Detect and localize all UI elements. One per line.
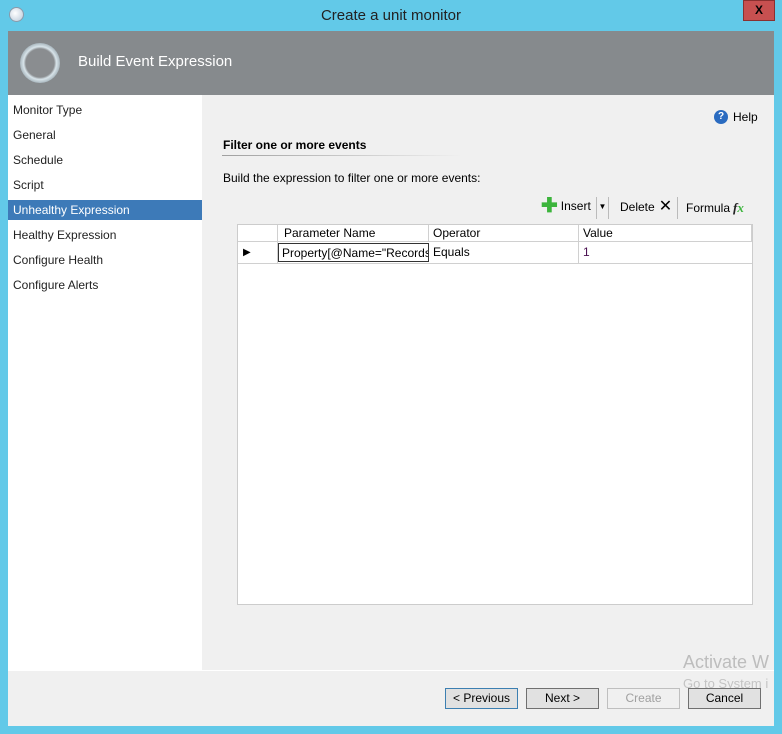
delete-button[interactable]: Delete ✕ — [620, 198, 673, 215]
table-row[interactable]: ▶ Property[@Name="Records"] Equals 1 — [238, 242, 752, 264]
nav-item-monitor-type[interactable]: Monitor Type — [8, 100, 202, 120]
help-icon: ? — [714, 110, 728, 124]
column-header-operator[interactable]: Operator — [429, 225, 579, 241]
insert-dropdown-chevron-icon[interactable]: ▼ — [596, 197, 609, 219]
close-button[interactable]: X — [743, 0, 775, 21]
next-button[interactable]: Next > — [526, 688, 599, 709]
toolbar-divider — [677, 197, 678, 219]
current-row-arrow-icon: ▶ — [238, 242, 278, 263]
value-cell[interactable]: 1 — [579, 242, 752, 263]
cancel-button[interactable]: Cancel — [688, 688, 761, 709]
plus-icon: ✚ — [541, 195, 558, 217]
window-title: Create a unit monitor — [320, 7, 462, 24]
column-header-parameter[interactable]: Parameter Name — [278, 225, 429, 241]
delete-x-icon: ✕ — [658, 198, 673, 215]
nav-item-script[interactable]: Script — [8, 175, 202, 195]
row-header-corner — [238, 225, 278, 241]
insert-label: Insert — [560, 199, 591, 213]
previous-button[interactable]: < Previous — [445, 688, 518, 709]
wizard-header: Build Event Expression — [8, 31, 774, 95]
page-title: Build Event Expression — [78, 53, 233, 70]
nav-item-configure-health[interactable]: Configure Health — [8, 250, 202, 270]
activation-watermark: Activate W — [683, 652, 770, 672]
grid-header-row: Parameter Name Operator Value — [238, 225, 752, 242]
nav-item-unhealthy-expression[interactable]: Unhealthy Expression — [8, 200, 202, 220]
instruction-text: Build the expression to filter one or mo… — [223, 171, 481, 185]
operator-cell[interactable]: Equals — [429, 242, 579, 263]
formula-label: Formula — [686, 201, 731, 215]
delete-label: Delete — [620, 200, 655, 214]
insert-button[interactable]: ✚ Insert — [541, 195, 591, 217]
help-label: Help — [733, 110, 758, 124]
help-link[interactable]: ? Help — [714, 110, 758, 124]
parameter-name-cell[interactable]: Property[@Name="Records"] — [278, 243, 429, 262]
wizard-icon — [20, 43, 60, 83]
nav-item-healthy-expression[interactable]: Healthy Expression — [8, 225, 202, 245]
create-button[interactable]: Create — [607, 688, 680, 709]
nav-item-configure-alerts[interactable]: Configure Alerts — [8, 275, 202, 295]
wizard-nav: Monitor Type General Schedule Script Unh… — [8, 95, 202, 670]
column-header-value[interactable]: Value — [579, 225, 752, 241]
section-divider — [222, 155, 462, 156]
nav-item-schedule[interactable]: Schedule — [8, 150, 202, 170]
formula-button[interactable]: Formula fx — [686, 200, 744, 216]
window-icon — [9, 7, 24, 22]
expression-grid: Parameter Name Operator Value ▶ Property… — [237, 224, 753, 605]
formula-fx-icon: fx — [733, 200, 744, 215]
section-title: Filter one or more events — [223, 138, 367, 152]
nav-item-general[interactable]: General — [8, 125, 202, 145]
